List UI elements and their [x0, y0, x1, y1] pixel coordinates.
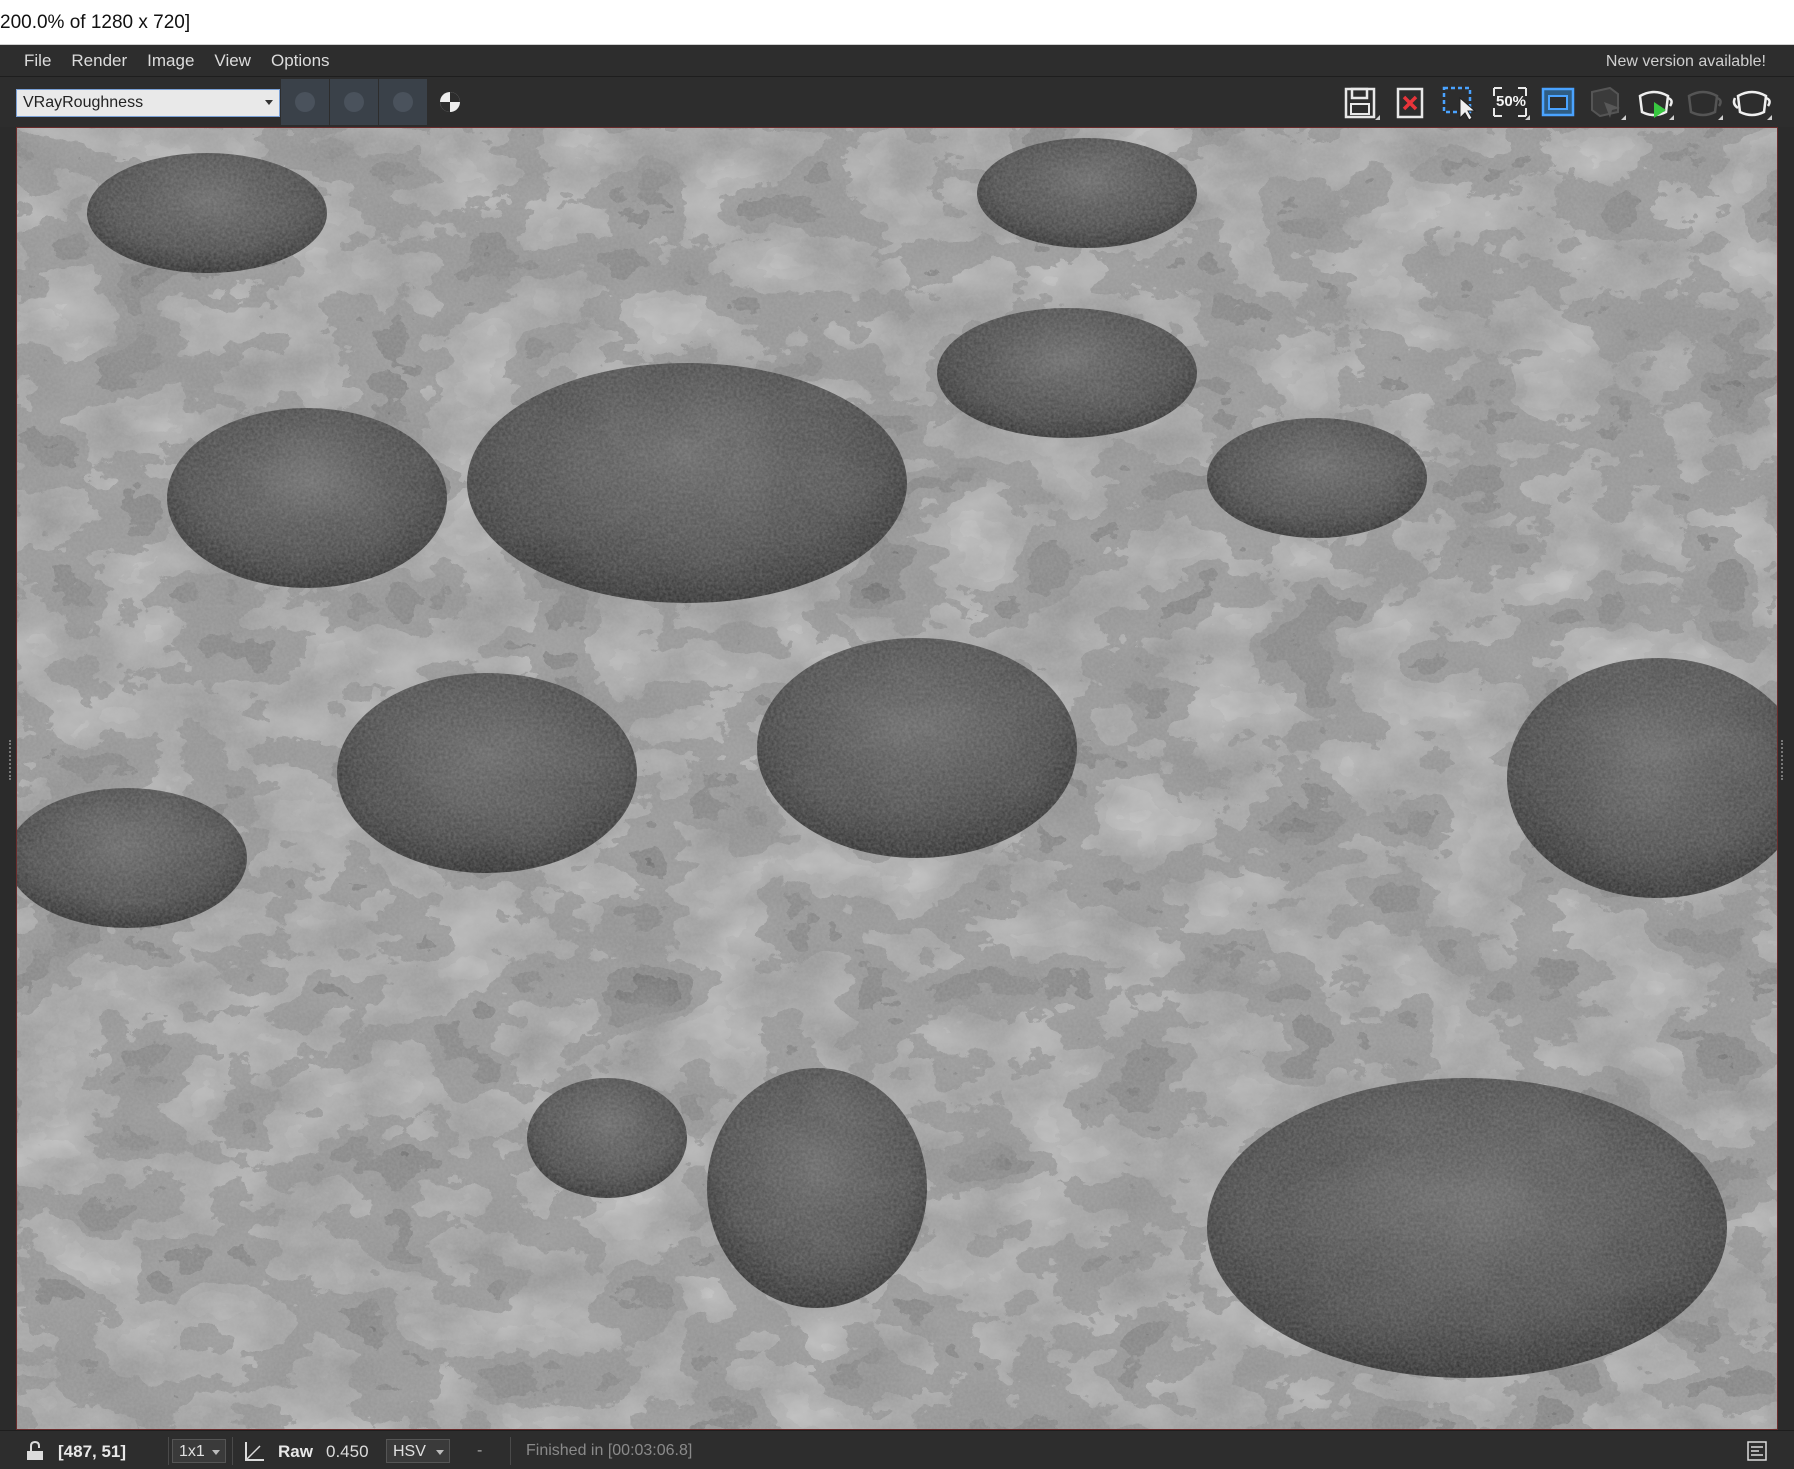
toolbar: VRayRoughness 50% [0, 77, 1794, 127]
pixel-coordinates: [487, 51] [58, 1442, 127, 1461]
options-corner-icon [1669, 115, 1674, 120]
options-corner-icon [1525, 115, 1530, 120]
chevron-down-icon [265, 100, 273, 105]
red-channel-button[interactable] [281, 79, 329, 125]
clear-image-button[interactable] [1388, 82, 1432, 122]
divider [168, 1437, 169, 1465]
divider [232, 1437, 233, 1465]
log-panel-icon[interactable] [1746, 1440, 1768, 1462]
mono-channel-button[interactable] [428, 82, 472, 122]
blue-channel-icon [393, 92, 413, 112]
sample-size-dropdown[interactable]: 1x1 [172, 1439, 226, 1463]
menu-view[interactable]: View [204, 45, 261, 77]
channel-dropdown-value: VRayRoughness [23, 94, 144, 111]
divider [510, 1437, 511, 1465]
menu-file[interactable]: File [14, 45, 61, 77]
menu-options[interactable]: Options [261, 45, 340, 77]
new-version-link[interactable]: New version available! [1606, 45, 1766, 79]
channel-dropdown[interactable]: VRayRoughness [16, 89, 280, 117]
stop-render-button[interactable] [1584, 82, 1628, 122]
options-corner-icon [1621, 115, 1626, 120]
status-placeholder: - [477, 1442, 483, 1459]
chevron-down-icon [436, 1450, 444, 1455]
render-last-button[interactable] [1681, 82, 1725, 122]
track-mouse-icon [1541, 87, 1575, 117]
options-corner-icon [1375, 115, 1380, 120]
interactive-render-button[interactable] [1632, 82, 1676, 122]
chevron-down-icon [212, 1450, 220, 1455]
options-corner-icon [1718, 115, 1723, 120]
color-space-dropdown[interactable]: HSV [386, 1439, 450, 1463]
render-image [17, 128, 1777, 1429]
window-titlebar: 200.0% of 1280 x 720] [0, 0, 1794, 45]
zoom-50-button[interactable]: 50% [1488, 82, 1532, 122]
green-channel-icon [344, 92, 364, 112]
color-space-value: HSV [393, 1443, 426, 1460]
zoom-50-label: 50% [1496, 93, 1527, 110]
mono-channel-icon [440, 92, 460, 112]
options-corner-icon [1767, 115, 1772, 120]
color-corrections-icon[interactable] [242, 1440, 266, 1462]
sample-size-value: 1x1 [179, 1443, 205, 1460]
menu-bar: File Render Image View Options New versi… [0, 45, 1794, 77]
red-channel-icon [295, 92, 315, 112]
left-panel-grip[interactable] [9, 740, 13, 780]
render-viewport[interactable] [16, 127, 1778, 1430]
right-panel-grip[interactable] [1781, 740, 1785, 780]
region-render-button[interactable] [1438, 82, 1482, 122]
status-bar: [487, 51] 1x1 Raw 0.450 HSV - Finished i… [0, 1430, 1794, 1469]
blue-channel-button[interactable] [379, 79, 427, 125]
region-render-icon [1442, 86, 1477, 121]
display-mode-label: Raw [278, 1442, 313, 1461]
render-status-text: Finished in [00:03:06.8] [526, 1442, 693, 1459]
lock-icon[interactable] [24, 1440, 46, 1462]
pixel-value: 0.450 [326, 1442, 369, 1461]
track-mouse-button[interactable] [1536, 82, 1580, 122]
menu-render[interactable]: Render [61, 45, 137, 77]
window-title: 200.0% of 1280 x 720] [0, 12, 191, 33]
menu-image[interactable]: Image [137, 45, 204, 77]
clear-image-icon [1396, 87, 1424, 119]
green-channel-button[interactable] [330, 79, 378, 125]
save-button[interactable] [1338, 82, 1382, 122]
main-menu: File Render Image View Options [14, 45, 340, 77]
render-button[interactable] [1730, 82, 1774, 122]
